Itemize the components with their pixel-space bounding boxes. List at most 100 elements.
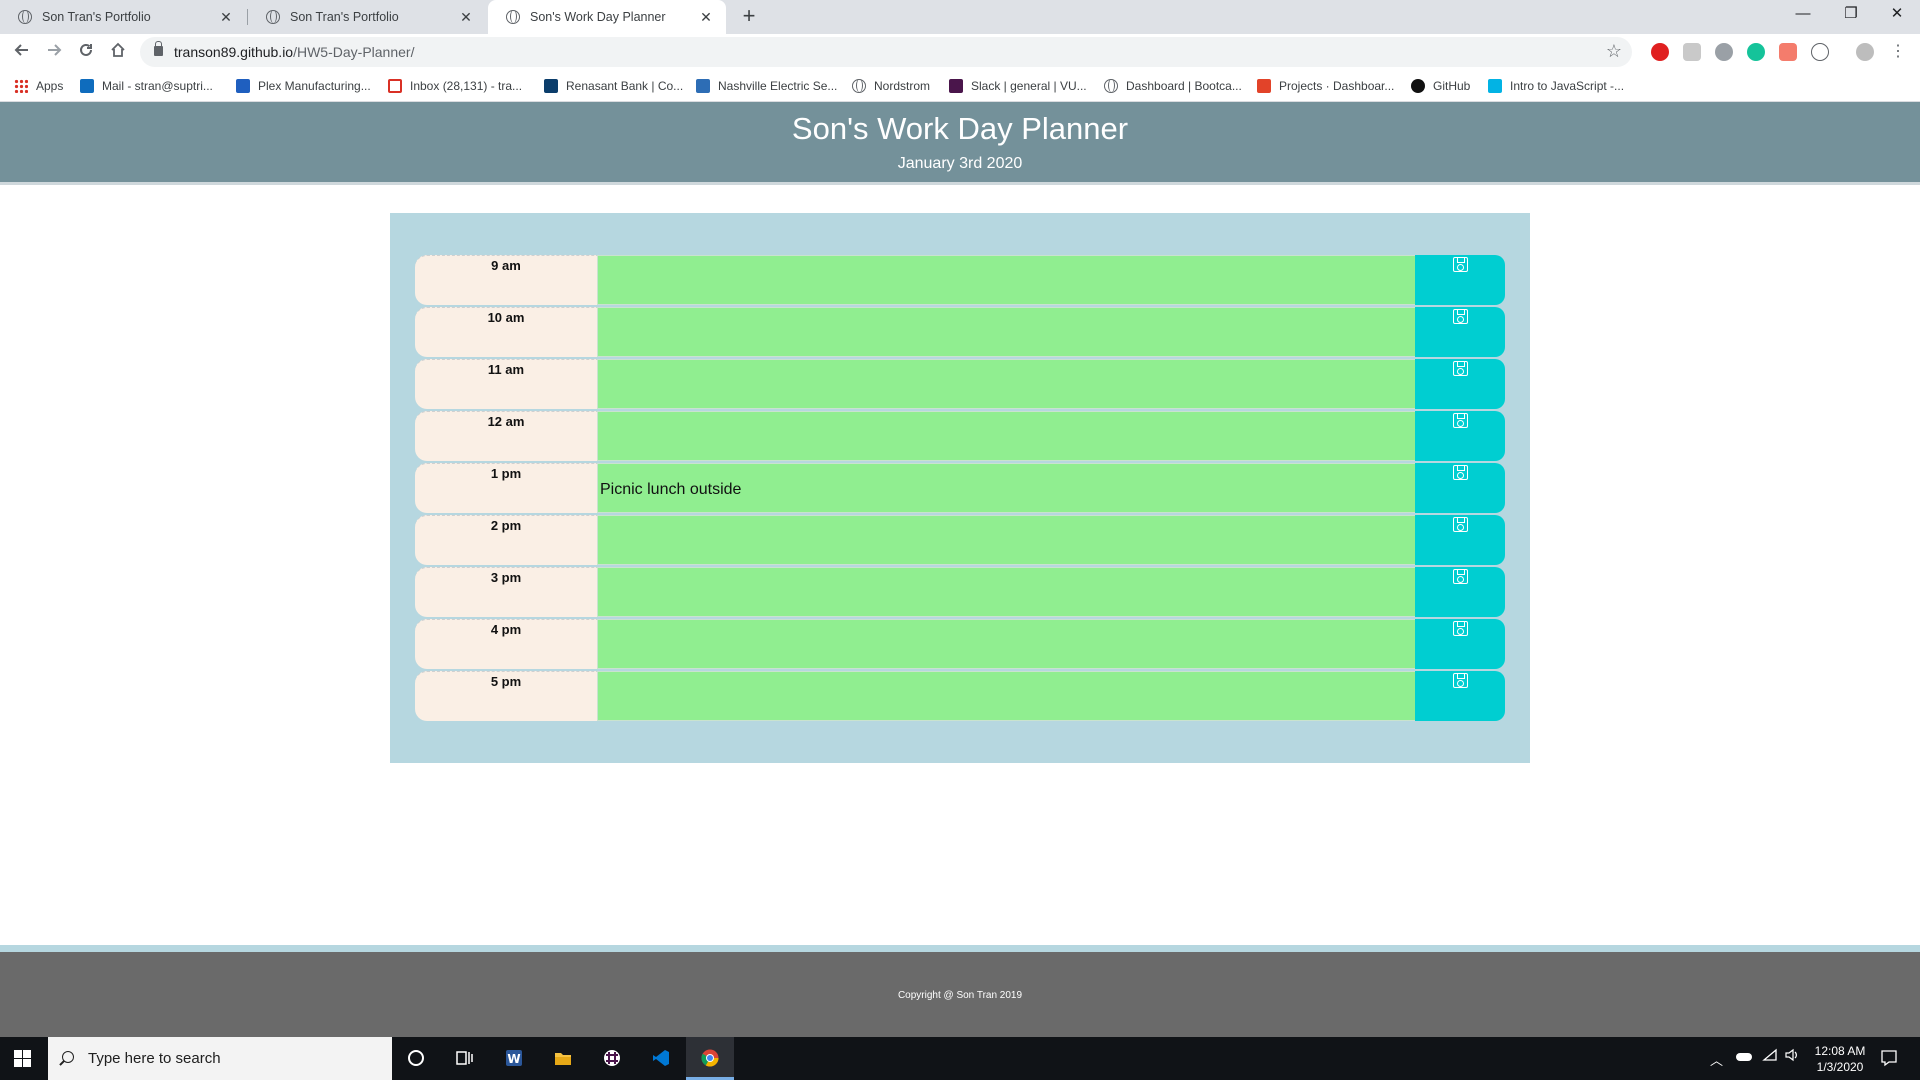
save-icon <box>1453 517 1468 532</box>
minimize-button[interactable]: — <box>1780 0 1826 30</box>
udacity-icon <box>1488 79 1502 93</box>
save-button[interactable] <box>1415 463 1505 513</box>
save-button[interactable] <box>1415 567 1505 617</box>
new-tab-button[interactable]: + <box>736 4 762 30</box>
event-description-input[interactable] <box>597 671 1415 721</box>
tab-portfolio-2[interactable]: Son Tran's Portfolio ✕ <box>248 0 486 34</box>
url-text: transon89.github.io/HW5-Day-Planner/ <box>174 44 414 60</box>
event-description-input[interactable] <box>597 619 1415 669</box>
event-description-input[interactable] <box>597 515 1415 565</box>
bookmark-gmail[interactable]: Inbox (28,131) - tra... <box>388 76 522 96</box>
hour-label: 10 am <box>415 307 597 357</box>
notification-icon <box>1881 1050 1897 1067</box>
wifi-icon[interactable] <box>1762 1047 1778 1080</box>
notification-center-button[interactable] <box>1880 1049 1898 1080</box>
folder-icon <box>555 1053 571 1065</box>
task-view-button[interactable] <box>440 1037 488 1080</box>
url-path: /HW5-Day-Planner/ <box>293 44 415 60</box>
save-icon <box>1453 569 1468 584</box>
save-button[interactable] <box>1415 255 1505 305</box>
save-icon <box>1453 673 1468 688</box>
bookmark-plex[interactable]: Plex Manufacturing... <box>236 76 371 96</box>
bookmark-apps[interactable]: Apps <box>14 76 63 96</box>
current-date: January 3rd 2020 <box>897 155 1023 172</box>
plex-icon <box>236 79 250 93</box>
grammarly-icon[interactable] <box>1747 43 1765 61</box>
taskbar-search-box[interactable]: Type here to search <box>48 1037 392 1080</box>
close-icon[interactable]: ✕ <box>698 9 714 26</box>
tray-chevron-icon[interactable]: ︿ <box>1710 1050 1723 1080</box>
bookmark-udacity[interactable]: Intro to JavaScript -... <box>1488 76 1624 96</box>
opera-extension-icon[interactable] <box>1651 43 1669 61</box>
taskbar-slack[interactable] <box>588 1037 636 1080</box>
hour-label: 5 pm <box>415 671 597 721</box>
globe-icon <box>18 10 32 24</box>
event-description-input[interactable] <box>597 359 1415 409</box>
bookmark-dashboard[interactable]: Dashboard | Bootca... <box>1104 76 1242 96</box>
back-button[interactable] <box>8 38 36 66</box>
save-button[interactable] <box>1415 671 1505 721</box>
event-description-input[interactable] <box>597 255 1415 305</box>
extension-icon[interactable] <box>1715 43 1733 61</box>
bookmark-mail[interactable]: Mail - stran@suptri... <box>80 76 213 96</box>
bookmark-label: Apps <box>36 79 64 93</box>
restore-button[interactable]: ❐ <box>1828 0 1874 30</box>
save-button[interactable] <box>1415 411 1505 461</box>
hour-label: 11 am <box>415 359 597 409</box>
address-bar[interactable]: transon89.github.io/HW5-Day-Planner/ ☆ <box>140 37 1632 67</box>
profile-avatar[interactable] <box>1856 43 1874 61</box>
bookmark-star-icon[interactable]: ☆ <box>1606 41 1622 62</box>
bookmark-label: Renasant Bank | Co... <box>566 79 684 93</box>
info-extension-icon[interactable] <box>1811 43 1829 61</box>
save-button[interactable] <box>1415 359 1505 409</box>
reload-icon <box>80 43 92 56</box>
event-description-input[interactable] <box>597 567 1415 617</box>
taskbar-chrome[interactable] <box>686 1037 734 1080</box>
clock-date: 1/3/2020 <box>1816 1060 1864 1074</box>
bookmark-renasant[interactable]: Renasant Bank | Co... <box>544 76 683 96</box>
globe-icon <box>852 79 866 93</box>
github-icon <box>1411 79 1425 93</box>
tab-portfolio-1[interactable]: Son Tran's Portfolio ✕ <box>0 0 246 34</box>
reload-button[interactable] <box>72 38 100 66</box>
cortana-button[interactable] <box>392 1037 440 1080</box>
bookmark-gitlab[interactable]: Projects · Dashboar... <box>1257 76 1394 96</box>
bookmark-nordstrom[interactable]: Nordstrom <box>852 76 930 96</box>
event-description-input[interactable] <box>597 411 1415 461</box>
pdf-extension-icon[interactable] <box>1683 43 1701 61</box>
taskbar-word[interactable]: W <box>490 1037 538 1080</box>
save-icon <box>1453 465 1468 480</box>
close-icon[interactable]: ✕ <box>218 9 234 26</box>
window-close-button[interactable]: ✕ <box>1874 0 1920 30</box>
time-block-row: 2 pm <box>415 515 1505 565</box>
save-button[interactable] <box>1415 619 1505 669</box>
event-description-input[interactable]: Picnic lunch outside <box>597 463 1415 513</box>
save-button[interactable] <box>1415 515 1505 565</box>
extension-icon[interactable] <box>1779 43 1797 61</box>
menu-kebab-icon[interactable]: ⋮ <box>1884 38 1912 66</box>
url-host: transon89.github.io <box>174 44 294 60</box>
onedrive-icon[interactable] <box>1736 1053 1752 1061</box>
volume-icon[interactable] <box>1784 1047 1800 1080</box>
tab-day-planner[interactable]: Son's Work Day Planner ✕ <box>488 0 726 34</box>
taskbar-file-explorer[interactable] <box>539 1037 587 1080</box>
save-icon <box>1453 309 1468 324</box>
bookmark-label: Nordstrom <box>874 79 931 93</box>
tab-title: Son's Work Day Planner <box>530 10 666 24</box>
page-title: Son's Work Day Planner <box>791 111 1129 146</box>
bookmark-slack[interactable]: Slack | general | VU... <box>949 76 1087 96</box>
forward-button[interactable] <box>40 38 68 66</box>
system-clock[interactable]: 12:08 AM 1/3/2020 <box>1800 1043 1880 1075</box>
page-footer: Copyright @ Son Tran 2019 <box>0 945 1920 1037</box>
event-description-input[interactable] <box>597 307 1415 357</box>
save-button[interactable] <box>1415 307 1505 357</box>
bookmark-github[interactable]: GitHub <box>1411 76 1470 96</box>
bookmark-nes[interactable]: Nashville Electric Se... <box>696 76 837 96</box>
lock-icon <box>154 41 163 56</box>
close-icon[interactable]: ✕ <box>458 9 474 26</box>
save-icon <box>1453 621 1468 636</box>
taskbar-vscode[interactable] <box>637 1037 685 1080</box>
home-button[interactable] <box>104 38 132 66</box>
tab-title: Son Tran's Portfolio <box>42 10 151 24</box>
windows-start-button[interactable] <box>14 1050 32 1068</box>
